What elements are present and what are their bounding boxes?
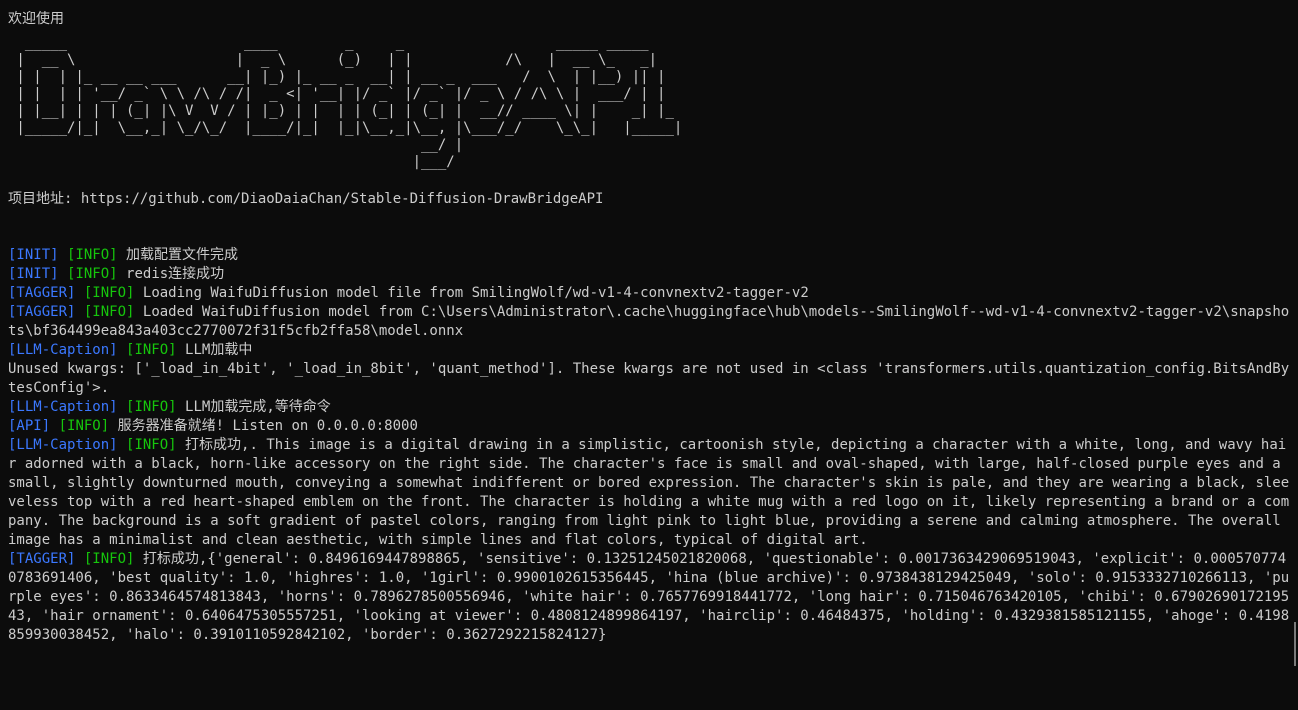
log-line: Unused kwargs: ['_load_in_4bit', '_load_… <box>8 360 1290 398</box>
log-tag: [TAGGER] <box>8 551 76 567</box>
log-line: [TAGGER] [INFO] Loaded WaifuDiffusion mo… <box>8 303 1290 341</box>
log-line: [LLM-Caption] [INFO] LLM加载完成,等待命令 <box>8 398 1290 417</box>
log-message: 服务器准备就绪! Listen on 0.0.0.0:8000 <box>117 418 418 434</box>
log-tag: [LLM-Caption] <box>8 437 118 453</box>
log-message: 打标成功,. This image is a digital drawing i… <box>8 437 1290 548</box>
welcome-text: 欢迎使用 <box>8 11 64 27</box>
log-tag: [INIT] <box>8 266 59 282</box>
log-level: [INFO] <box>126 437 177 453</box>
ascii-banner-line: | |__| | | | (_| |\ V V / | |_) | | | | … <box>8 103 674 119</box>
log-line: [API] [INFO] 服务器准备就绪! Listen on 0.0.0.0:… <box>8 417 1290 436</box>
log-line: [TAGGER] [INFO] 打标成功,{'general': 0.84961… <box>8 550 1290 645</box>
log-level: [INFO] <box>83 304 135 320</box>
log-line: [TAGGER] [INFO] Loading WaifuDiffusion m… <box>8 284 1290 303</box>
log-tag: [INIT] <box>8 247 59 263</box>
ascii-banner-line: |_____/|_| \__,_| \_/\_/ |____/|_| |_|\_… <box>8 120 683 136</box>
log-level: [INFO] <box>83 285 135 301</box>
log-level: [INFO] <box>126 399 177 415</box>
log-message: Loaded WaifuDiffusion model from C:\User… <box>8 304 1290 339</box>
log-level: [INFO] <box>126 342 177 358</box>
log-level: [INFO] <box>67 247 118 263</box>
log-level: [INFO] <box>58 418 110 434</box>
ascii-banner: _____ ____ _ _ _____ _____ | __ \ | _ \ … <box>8 35 1290 171</box>
project-url: https://github.com/DiaoDaiaChan/Stable-D… <box>80 191 604 207</box>
ascii-banner-line: __/ | <box>8 137 464 153</box>
log-message: 加载配置文件完成 <box>126 247 239 263</box>
log-message: 打标成功,{'general': 0.8496169447898865, 'se… <box>8 551 1290 643</box>
log-line: [INIT] [INFO] 加载配置文件完成 <box>8 246 1290 265</box>
log-tag: [TAGGER] <box>8 285 76 301</box>
log-tag: [LLM-Caption] <box>8 399 118 415</box>
log-output: [INIT] [INFO] 加载配置文件完成 [INIT] [INFO] redi… <box>8 246 1290 645</box>
log-tag: [LLM-Caption] <box>8 342 118 358</box>
ascii-banner-line: _____ ____ _ _ _____ _____ <box>8 35 649 51</box>
log-line: [INIT] [INFO] redis连接成功 <box>8 265 1290 284</box>
log-message: LLM加载中 <box>185 342 253 358</box>
ascii-banner-line: | | | |_ __ __ ___ __| |_) |_ __ _ __| |… <box>8 69 666 85</box>
log-line: [LLM-Caption] [INFO] LLM加载中 <box>8 341 1290 360</box>
log-message: Loading WaifuDiffusion model file from S… <box>142 285 809 301</box>
project-address-label: 项目地址: <box>8 191 73 207</box>
log-line: [LLM-Caption] [INFO] 打标成功,. This image i… <box>8 436 1290 550</box>
scrollbar-thumb[interactable] <box>1294 622 1296 666</box>
log-tag: [TAGGER] <box>8 304 76 320</box>
ascii-banner-line: |___/ <box>8 154 455 170</box>
log-level: [INFO] <box>83 551 135 567</box>
log-message: Unused kwargs: ['_load_in_4bit', '_load_… <box>8 361 1290 396</box>
log-message: redis连接成功 <box>126 266 225 282</box>
terminal-window[interactable]: 欢迎使用 _____ ____ _ _ _____ _____ | __ \ |… <box>0 0 1298 710</box>
ascii-banner-line: | | | | '__/ _` \ \ /\ / /| _ <| '__| |/… <box>8 86 666 102</box>
project-address-line: 项目地址: https://github.com/DiaoDaiaChan/St… <box>8 190 1290 209</box>
ascii-banner-line: | __ \ | _ \ (_) | | /\ | __ \_ _| <box>8 52 658 68</box>
log-level: [INFO] <box>67 266 118 282</box>
log-message: LLM加载完成,等待命令 <box>185 399 331 415</box>
log-tag: [API] <box>8 418 51 434</box>
